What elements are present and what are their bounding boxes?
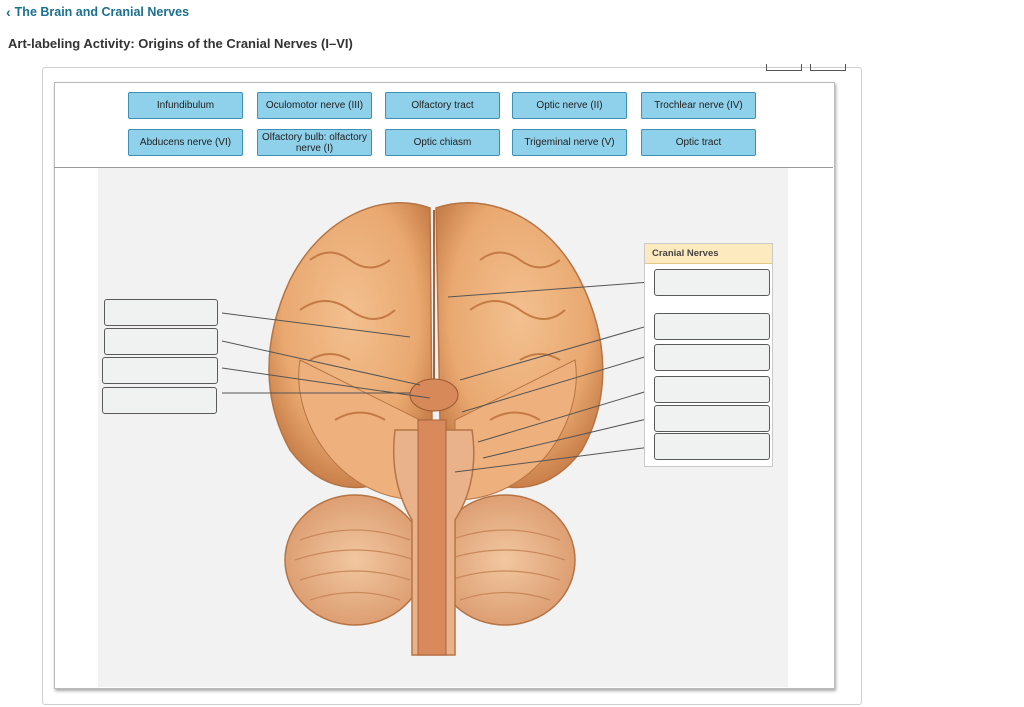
label-bank: Infundibulum Oculomotor nerve (III) Olfa… (54, 82, 833, 168)
drop-zone-left-2[interactable] (104, 328, 218, 355)
drop-zone-left-4[interactable] (102, 387, 217, 414)
label-chip-infundibulum[interactable]: Infundibulum (128, 92, 243, 119)
page-title: Art-labeling Activity: Origins of the Cr… (8, 36, 353, 51)
drop-zone-right-3[interactable] (654, 344, 770, 371)
label-chip-optic-tract[interactable]: Optic tract (641, 129, 756, 156)
drop-zone-left-1[interactable] (104, 299, 218, 326)
back-link[interactable]: ‹ The Brain and Cranial Nerves (6, 4, 189, 20)
toolbar-button-1[interactable] (766, 64, 802, 71)
label-chip-trigeminal[interactable]: Trigeminal nerve (V) (512, 129, 627, 156)
label-chip-oculomotor[interactable]: Oculomotor nerve (III) (257, 92, 372, 119)
back-link-label: The Brain and Cranial Nerves (14, 5, 190, 19)
label-chip-abducens[interactable]: Abducens nerve (VI) (128, 129, 243, 156)
drop-zone-right-1[interactable] (654, 269, 770, 296)
label-chip-optic-chiasm[interactable]: Optic chiasm (385, 129, 500, 156)
label-chip-olfactory-bulb[interactable]: Olfactory bulb: olfactory nerve (I) (257, 129, 372, 156)
drop-zone-right-2[interactable] (654, 313, 770, 340)
drop-zone-right-6[interactable] (654, 433, 770, 460)
label-chip-trochlear[interactable]: Trochlear nerve (IV) (641, 92, 756, 119)
label-chip-olfactory-tract[interactable]: Olfactory tract (385, 92, 500, 119)
drop-zone-right-5[interactable] (654, 405, 770, 432)
cranial-nerves-header: Cranial Nerves (645, 244, 772, 264)
label-chip-optic-nerve[interactable]: Optic nerve (II) (512, 92, 627, 119)
chevron-left-icon: ‹ (6, 4, 11, 20)
drop-zone-left-3[interactable] (102, 357, 218, 384)
toolbar-button-2[interactable] (810, 64, 846, 71)
drop-zone-right-4[interactable] (654, 376, 770, 403)
